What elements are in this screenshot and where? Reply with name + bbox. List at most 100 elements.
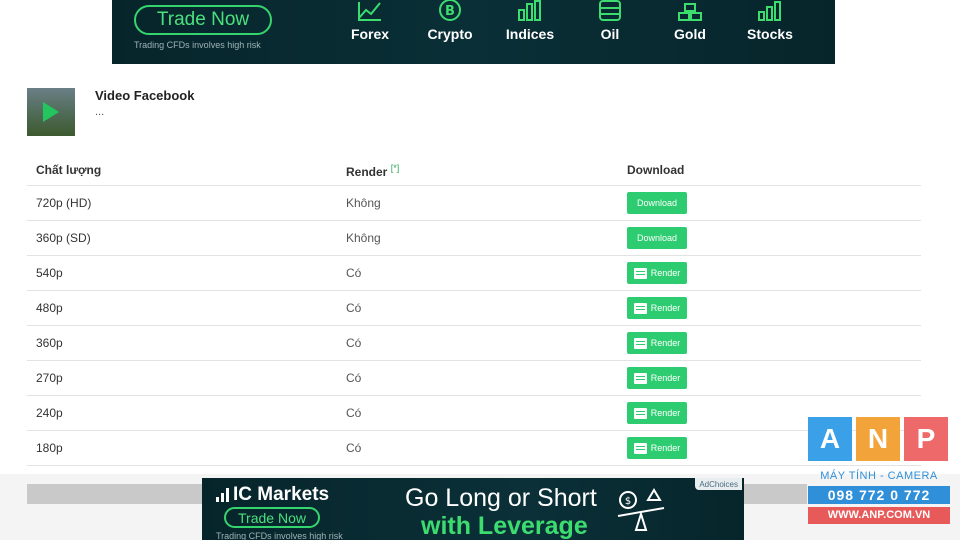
table-row: 720p (HD) Không Download [27, 186, 921, 221]
table-row: 480p Có Render [27, 291, 921, 326]
quality-cell: 270p [36, 371, 63, 385]
render-cell: Không [346, 231, 381, 245]
bottom-ad-banner[interactable]: IC Markets Trade Now Trading CFDs involv… [202, 478, 744, 540]
trade-now-button[interactable]: Trade Now [134, 5, 272, 35]
ad-headline-2: with Leverage [421, 512, 588, 540]
ad-headline-1: Go Long or Short [405, 484, 597, 512]
page: Trade Now Trading CFDs involves high ris… [0, 0, 960, 540]
table-header: Chất lượng Render [*] Download [27, 152, 921, 186]
bitcoin-icon: B [439, 0, 461, 21]
button-label: Render [650, 408, 681, 418]
anp-letter-p: P [904, 417, 948, 461]
render-cell: Có [346, 406, 362, 420]
top-ad-banner[interactable]: Trade Now Trading CFDs involves high ris… [112, 0, 835, 64]
video-description: ... [95, 106, 105, 118]
anp-letter-a: A [808, 417, 852, 461]
anp-letter-n: N [856, 417, 900, 461]
oil-barrel-icon [599, 0, 621, 21]
header-download: Download [627, 163, 685, 177]
anp-logo[interactable]: A N P MÁY TÍNH - CAMERA 098 772 0 772 WW… [808, 417, 950, 524]
ad-brand: IC Markets [233, 484, 330, 505]
quality-cell: 360p [36, 336, 63, 350]
stocks-icon [758, 1, 781, 21]
table-row: 360p (SD) Không Download [27, 221, 921, 256]
button-label: Download [636, 233, 678, 243]
button-label: Render [650, 338, 681, 348]
trade-now-button-bottom[interactable]: Trade Now [224, 507, 320, 528]
render-icon [633, 267, 647, 279]
download-button[interactable]: Download [627, 227, 687, 249]
svg-text:B: B [445, 4, 455, 19]
bar-chart-icon [518, 0, 541, 21]
anp-phone: 098 772 0 772 [808, 486, 950, 504]
render-note-link[interactable]: [*] [391, 163, 400, 173]
render-cell: Có [346, 336, 362, 350]
anp-letters: A N P [808, 417, 950, 461]
table-row: 240p Có Render [27, 396, 921, 431]
quality-table: Chất lượng Render [*] Download 720p (HD)… [27, 152, 921, 466]
render-button[interactable]: Render [627, 297, 687, 319]
render-button[interactable]: Render [627, 402, 687, 424]
render-icon [633, 407, 647, 419]
quality-cell: 240p [36, 406, 63, 420]
anp-tagline: MÁY TÍNH - CAMERA [820, 470, 938, 482]
video-thumbnail[interactable] [27, 88, 75, 136]
render-cell: Có [346, 266, 362, 280]
ad-category-label: Crypto [427, 26, 473, 42]
ad-category-gold[interactable]: Gold [650, 0, 730, 64]
anp-website: WWW.ANP.COM.VN [808, 507, 950, 524]
quality-cell: 360p (SD) [36, 231, 91, 245]
adchoices-badge[interactable]: AdChoices [695, 478, 742, 490]
button-label: Render [650, 268, 681, 278]
table-row: 360p Có Render [27, 326, 921, 361]
render-cell: Có [346, 371, 362, 385]
line-chart-icon [358, 2, 381, 21]
signal-bars-icon [216, 488, 229, 502]
ad-category-label: Stocks [747, 26, 793, 42]
render-icon [633, 442, 647, 454]
ad-categories: Forex B Crypto Indices Oil Gold Stocks [330, 0, 810, 64]
render-cell: Có [346, 301, 362, 315]
render-button[interactable]: Render [627, 332, 687, 354]
download-button[interactable]: Download [627, 192, 687, 214]
ad-disclaimer-bottom: Trading CFDs involves high risk [216, 531, 343, 540]
ad-category-indices[interactable]: Indices [490, 0, 570, 64]
ad-category-label: Gold [674, 26, 706, 42]
button-label: Download [636, 198, 678, 208]
table-row: 540p Có Render [27, 256, 921, 291]
table-row: 180p Có Render [27, 431, 921, 466]
render-button[interactable]: Render [627, 262, 687, 284]
ad-category-label: Indices [505, 26, 555, 42]
render-cell: Không [346, 196, 381, 210]
gold-bars-icon [678, 3, 702, 21]
ad-disclaimer: Trading CFDs involves high risk [134, 40, 261, 50]
button-label: Render [650, 443, 681, 453]
table-body: 720p (HD) Không Download 360p (SD) Không Down… [27, 186, 921, 466]
render-cell: Có [346, 441, 362, 455]
ad-category-stocks[interactable]: Stocks [730, 0, 810, 64]
quality-cell: 480p [36, 301, 63, 315]
video-title: Video Facebook [95, 88, 195, 103]
table-row: 270p Có Render [27, 361, 921, 396]
ic-markets-logo: IC Markets [216, 484, 329, 506]
button-label: Render [650, 373, 681, 383]
render-button[interactable]: Render [627, 437, 687, 459]
balance-scale-icon: $ [617, 488, 665, 531]
ad-category-crypto[interactable]: B Crypto [410, 0, 490, 64]
svg-text:$: $ [625, 496, 631, 507]
header-render-label: Render [346, 165, 388, 179]
header-quality: Chất lượng [36, 163, 102, 177]
render-button[interactable]: Render [627, 367, 687, 389]
header-render: Render [*] [346, 163, 399, 179]
ad-category-label: Forex [350, 26, 390, 42]
play-icon [43, 102, 59, 122]
render-icon [633, 302, 647, 314]
render-icon [633, 372, 647, 384]
quality-cell: 180p [36, 441, 63, 455]
quality-cell: 540p [36, 266, 63, 280]
ad-category-oil[interactable]: Oil [570, 0, 650, 64]
ad-category-label: Oil [600, 26, 620, 42]
ad-category-forex[interactable]: Forex [330, 0, 410, 64]
quality-cell: 720p (HD) [36, 196, 92, 210]
render-icon [633, 337, 647, 349]
